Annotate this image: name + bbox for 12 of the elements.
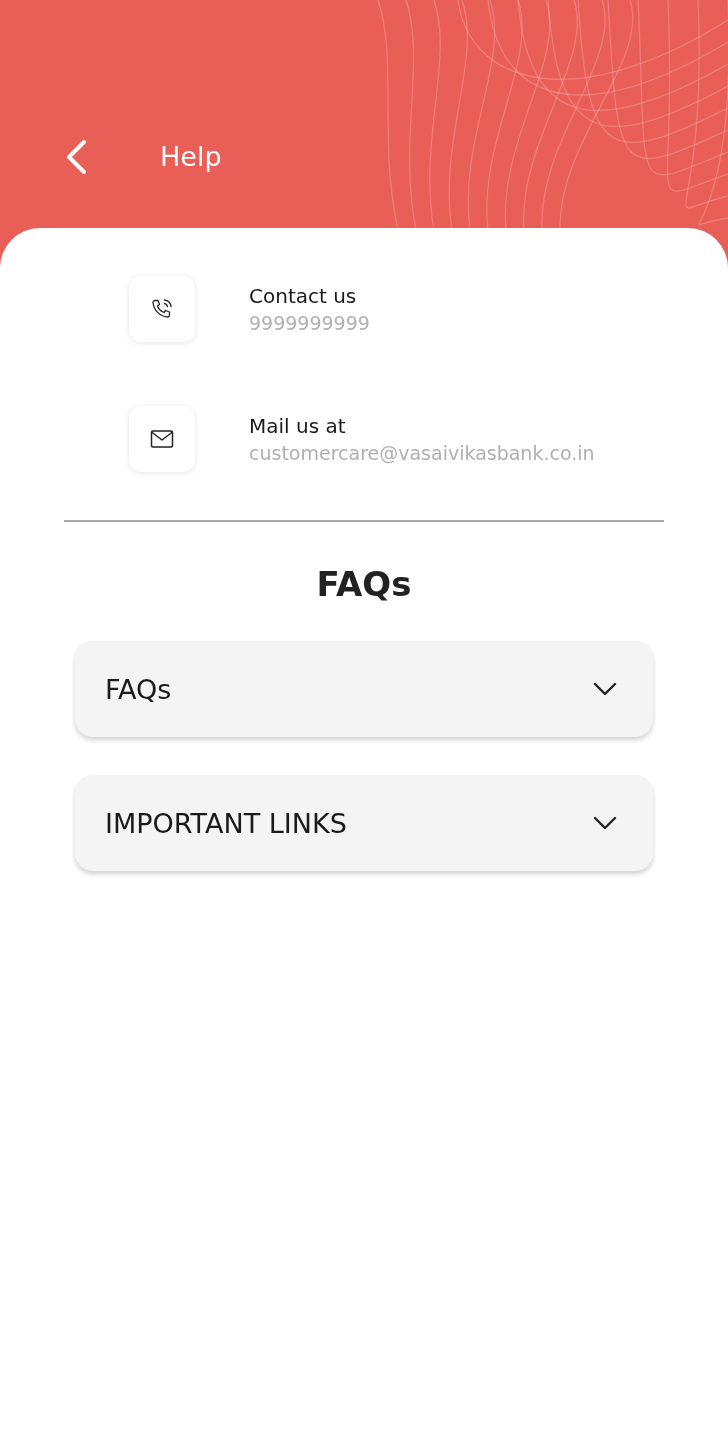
phone-icon-tile[interactable] [129,276,195,342]
contact-label: Mail us at [249,413,347,440]
mail-icon [150,429,174,449]
section-title: FAQs [315,563,413,606]
chevron-icon [593,816,617,830]
accordion-header[interactable]: IMPORTANT LINKS [75,775,653,871]
contact-label: Contact us [249,283,358,310]
chevron-icon [593,682,617,696]
accordion-header[interactable]: FAQs [75,641,653,737]
mail-icon-tile[interactable] [129,406,195,472]
phone-icon [150,297,174,321]
page-title: Help [160,140,222,174]
